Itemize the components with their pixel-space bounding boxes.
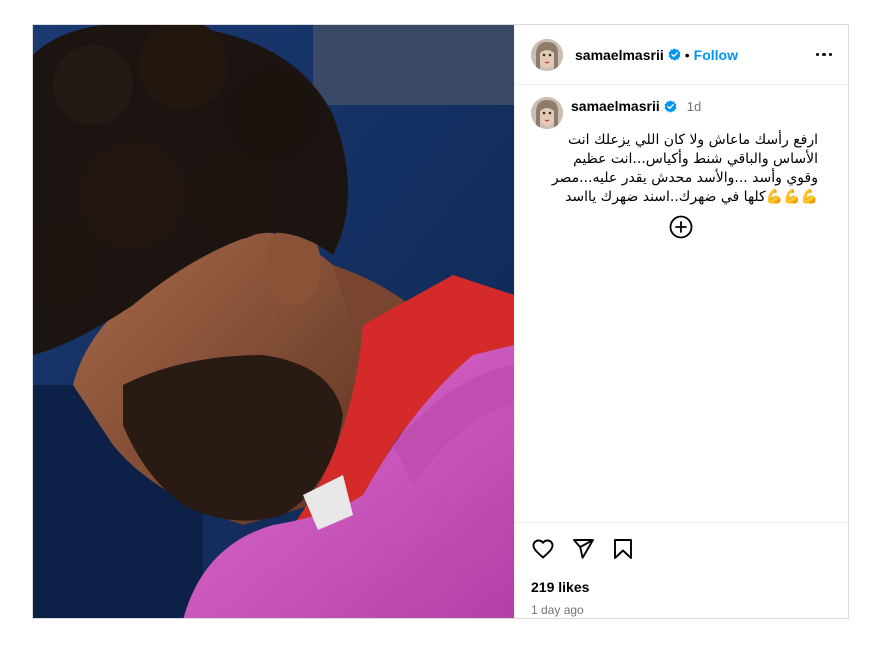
- follow-button[interactable]: Follow: [694, 47, 738, 63]
- post-header: samaelmasrii • Follow: [515, 25, 848, 85]
- caption-time[interactable]: 1d: [687, 99, 701, 114]
- caption-avatar[interactable]: [531, 97, 563, 129]
- instagram-post: samaelmasrii • Follow samaelmasrii 1d ار…: [32, 24, 849, 619]
- comments-area: samaelmasrii 1d ارفع رأسك ماعاش ولا كان …: [515, 85, 848, 522]
- caption-text: ارفع رأسك ماعاش ولا كان اللي يزعلك انت ا…: [491, 131, 832, 207]
- separator-dot: •: [684, 46, 690, 63]
- load-more-comments-icon[interactable]: [669, 215, 693, 239]
- caption-row: samaelmasrii 1d: [531, 97, 832, 129]
- caption-line: ارفع رأسك ماعاش ولا كان اللي يزعلك انت: [568, 132, 818, 148]
- caption-line: الأساس والباقي شنط وأكياس...انت عظيم: [573, 151, 818, 167]
- username[interactable]: samaelmasrii: [575, 47, 664, 63]
- avatar[interactable]: [531, 38, 563, 71]
- photo-man-head-down: [33, 25, 514, 618]
- caption-username[interactable]: samaelmasrii: [571, 98, 660, 114]
- more-options-icon[interactable]: [815, 47, 832, 63]
- likes-count[interactable]: 219 likes: [531, 579, 832, 595]
- caption-line: 💪💪💪كلها في ضهرك..اسند ضهرك يااسد: [491, 188, 818, 207]
- emoji-flexed-biceps: 💪💪💪: [765, 189, 818, 205]
- post-image[interactable]: [33, 25, 514, 618]
- verified-badge-icon: [668, 48, 681, 61]
- post-timestamp[interactable]: 1 day ago: [531, 603, 832, 617]
- caption-body: samaelmasrii 1d: [571, 97, 832, 129]
- post-side-panel: samaelmasrii • Follow samaelmasrii 1d ار…: [514, 25, 848, 618]
- post-actions: 219 likes 1 day ago: [515, 522, 848, 618]
- heart-icon[interactable]: [531, 537, 555, 561]
- bookmark-icon[interactable]: [611, 537, 635, 561]
- caption-line: وقوي وأسد ...والأسد محدش يقدر عليه...مصر: [551, 170, 818, 186]
- share-icon[interactable]: [571, 537, 595, 561]
- caption-line-text: كلها في ضهرك..اسند ضهرك يااسد: [565, 189, 766, 205]
- verified-badge-icon: [664, 99, 677, 113]
